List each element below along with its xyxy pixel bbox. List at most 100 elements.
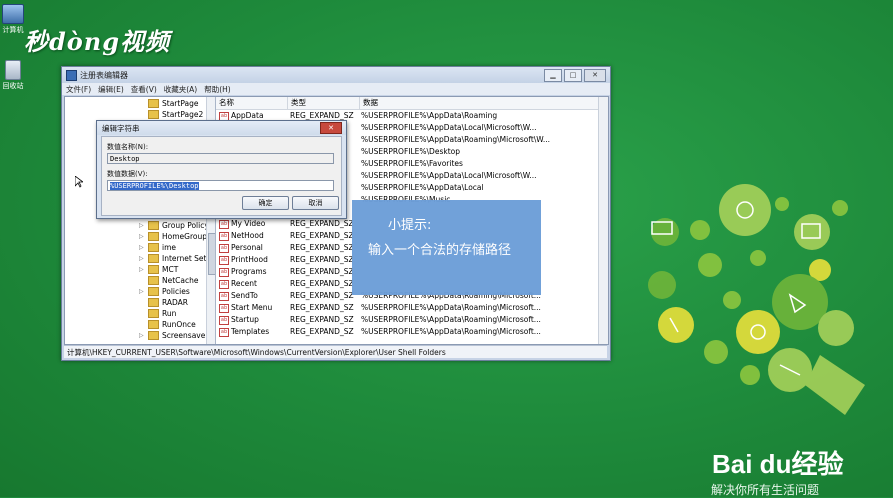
tree-item[interactable]: ▷ MCT: [139, 265, 178, 274]
ok-button[interactable]: 确定: [242, 196, 289, 210]
minimize-button[interactable]: ▁: [544, 68, 562, 82]
value-data-cell: %USERPROFILE%\AppData\Roaming: [361, 111, 498, 120]
computer-icon: [2, 4, 24, 24]
list-scrollbar[interactable]: [598, 97, 608, 344]
folder-icon: [148, 243, 159, 252]
dialog-title: 编辑字符串: [102, 123, 140, 133]
baidu-brand: Bai du经验: [712, 449, 844, 479]
tree-item[interactable]: ▷ Policies: [139, 287, 190, 296]
value-name-cell: ab Recent: [216, 278, 287, 290]
folder-icon: [148, 287, 159, 296]
tree-item[interactable]: ▷ ime: [139, 243, 176, 252]
value-data-cell: %USERPROFILE%\AppData\Local: [361, 183, 484, 192]
cancel-button[interactable]: 取消: [292, 196, 339, 210]
close-button[interactable]: ✕: [584, 68, 606, 82]
folder-icon: [148, 276, 159, 285]
expand-icon[interactable]: ▷: [139, 233, 148, 240]
expand-icon[interactable]: ▷: [139, 288, 148, 295]
folder-icon: [148, 265, 159, 274]
desktop-icon-recycle-bin[interactable]: 回收站: [0, 60, 26, 91]
menu-file[interactable]: 文件(F): [66, 84, 91, 95]
expand-icon[interactable]: ▷: [139, 266, 148, 273]
expand-icon[interactable]: ▷: [139, 244, 148, 251]
menu-bar: 文件(F) 编辑(E) 查看(V) 收藏夹(A) 帮助(H): [62, 83, 610, 95]
folder-icon: [148, 298, 159, 307]
video-logo: 秒dòng视频: [24, 27, 171, 56]
desktop-icon-label: 计算机: [2, 26, 24, 34]
mouse-cursor-icon: [75, 176, 83, 188]
value-name-cell: ab PrintHood: [216, 254, 287, 266]
window-titlebar[interactable]: 注册表编辑器 ▁ □ ✕: [62, 67, 610, 83]
dialog-titlebar[interactable]: 编辑字符串 ✕: [97, 121, 346, 135]
tree-item[interactable]: StartPage: [148, 99, 198, 108]
tree-item[interactable]: NetCache: [148, 276, 199, 285]
tree-item[interactable]: ▷ Screensavers: [139, 331, 212, 340]
status-bar: 计算机\HKEY_CURRENT_USER\Software\Microsoft…: [64, 345, 607, 358]
value-data-field[interactable]: %USERPROFILE%\Desktop: [107, 180, 334, 191]
folder-icon: [148, 232, 159, 241]
tree-item[interactable]: RunOnce: [148, 320, 196, 329]
table-row[interactable]: ab Templates REG_EXPAND_SZ %USERPROFILE%\Ap…: [216, 326, 598, 338]
folder-icon: [148, 331, 159, 340]
tree-item[interactable]: ▷ HomeGroup: [139, 232, 207, 241]
expand-icon[interactable]: ▷: [139, 332, 148, 339]
value-type-cell: REG_EXPAND_SZ: [290, 267, 354, 276]
value-data-cell: %USERPROFILE%\AppData\Local\Microsoft\W.…: [361, 123, 537, 132]
value-name: Start Menu: [231, 303, 273, 312]
scrollbar-thumb[interactable]: [208, 233, 215, 275]
value-name-cell: ab Start Menu: [216, 302, 287, 314]
value-data-cell: %USERPROFILE%\AppData\Local\Microsoft\W.…: [361, 171, 537, 180]
value-name-cell: ab Personal: [216, 242, 287, 254]
menu-help[interactable]: 帮助(H): [204, 84, 231, 95]
maximize-button[interactable]: □: [564, 68, 582, 82]
tree-item[interactable]: ▷ Internet Settin: [139, 254, 215, 263]
tree-item[interactable]: StartPage2: [148, 110, 203, 119]
tip-body: 输入一个合法的存储路径: [368, 243, 512, 258]
menu-favorites[interactable]: 收藏夹(A): [164, 84, 197, 95]
value-type-cell: REG_EXPAND_SZ: [290, 279, 354, 288]
value-type-cell: REG_EXPAND_SZ: [290, 291, 354, 300]
dialog-body: 数值名称(N): Desktop 数值数据(V): %USERPROFILE%\…: [101, 136, 342, 216]
tree-item[interactable]: Run: [148, 309, 176, 318]
dialog-close-button[interactable]: ✕: [320, 122, 342, 134]
table-row[interactable]: ab Startup REG_EXPAND_SZ %USERPROFILE%\AppD…: [216, 314, 598, 326]
table-row[interactable]: ab Start Menu REG_EXPAND_SZ %USERPROFILE%\A…: [216, 302, 598, 314]
value-name: Recent: [231, 279, 257, 288]
value-name: Personal: [231, 243, 263, 252]
tree-item[interactable]: ▷ Group Policy: [139, 221, 209, 230]
selected-text: %USERPROFILE%\Desktop: [110, 182, 199, 190]
folder-icon: [148, 110, 159, 119]
string-value-icon: ab: [219, 303, 229, 313]
tip-title: 小提示:: [388, 218, 432, 233]
menu-edit[interactable]: 编辑(E): [98, 84, 124, 95]
column-header-data[interactable]: 数据: [360, 97, 593, 109]
value-name: SendTo: [231, 291, 258, 300]
string-value-icon: ab: [219, 231, 229, 241]
value-type-cell: REG_EXPAND_SZ: [290, 243, 354, 252]
folder-icon: [148, 221, 159, 230]
string-value-icon: ab: [219, 315, 229, 325]
column-header-name[interactable]: 名称: [216, 97, 288, 109]
value-data-cell: %USERPROFILE%\Desktop: [361, 147, 460, 156]
value-type-cell: REG_EXPAND_SZ: [290, 327, 354, 336]
value-name-cell: ab Programs: [216, 266, 287, 278]
column-header-type[interactable]: 类型: [288, 97, 360, 109]
value-name: PrintHood: [231, 255, 268, 264]
menu-view[interactable]: 查看(V): [131, 84, 157, 95]
value-type-cell: REG_EXPAND_SZ: [290, 255, 354, 264]
value-data-cell: %USERPROFILE%\AppData\Roaming\Microsoft.…: [361, 303, 541, 312]
expand-icon[interactable]: ▷: [139, 222, 148, 229]
value-type-cell: REG_EXPAND_SZ: [290, 303, 354, 312]
baidu-slogan: 解决你所有生活问题: [711, 483, 820, 497]
string-value-icon: ab: [219, 255, 229, 265]
folder-icon: [148, 320, 159, 329]
value-type-cell: REG_EXPAND_SZ: [290, 315, 354, 324]
value-name: Startup: [231, 315, 259, 324]
desktop-icon-computer[interactable]: 计算机: [0, 4, 26, 35]
tree-item[interactable]: RADAR: [148, 298, 188, 307]
expand-icon[interactable]: ▷: [139, 255, 148, 262]
value-name: NetHood: [231, 231, 264, 240]
value-name: My Video: [231, 219, 266, 228]
value-type-cell: REG_EXPAND_SZ: [290, 231, 354, 240]
string-value-icon: ab: [219, 279, 229, 289]
